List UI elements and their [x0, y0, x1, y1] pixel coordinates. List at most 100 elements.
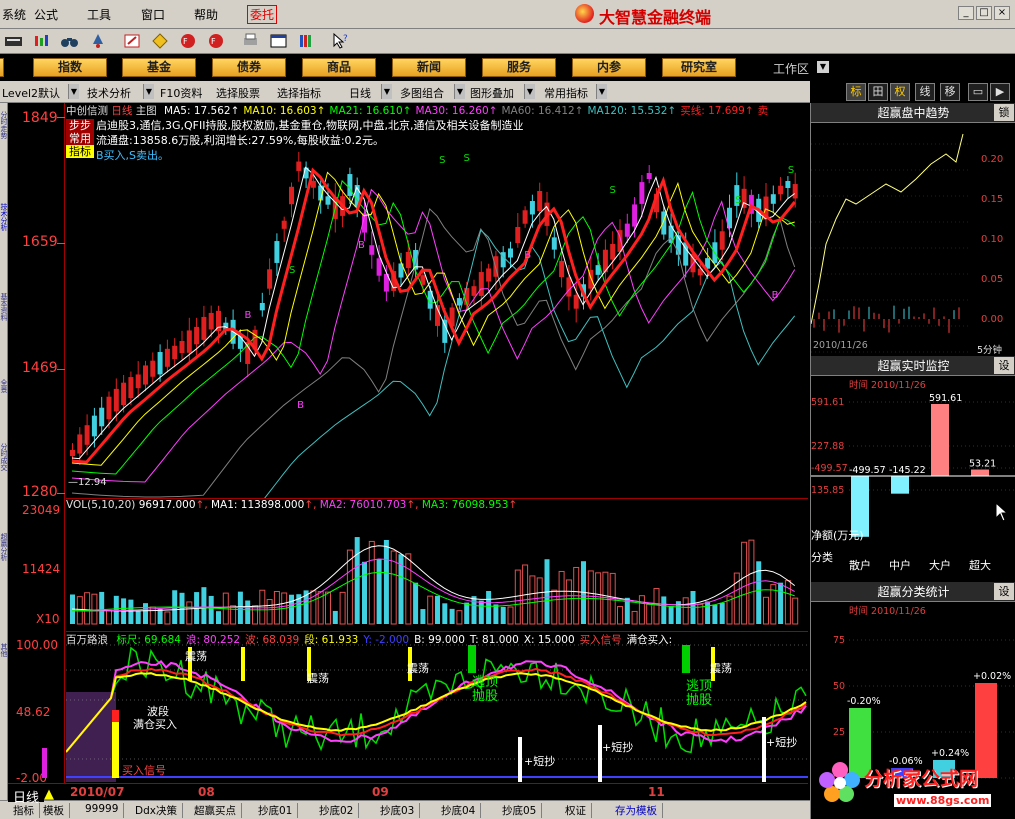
tab-mark[interactable]: 标 [846, 83, 866, 101]
nav-news-button[interactable]: 新闻 [392, 58, 466, 77]
tab-bottom05[interactable]: 抄底05 [497, 803, 543, 818]
volume-bar [464, 602, 470, 624]
side-tab-other[interactable]: 其他 [0, 643, 8, 657]
tag-indicator[interactable]: 指标 [66, 145, 94, 158]
select-stock-button[interactable]: 选择股票 [216, 85, 260, 101]
volume-bar [128, 599, 134, 624]
menu-help[interactable]: 帮助 [194, 6, 218, 23]
buy-marker: B [772, 290, 779, 301]
workspace-label[interactable]: 工作区 [773, 60, 809, 77]
tab-buy-point[interactable]: 超赢买点 [189, 803, 242, 818]
candle-body [194, 326, 200, 345]
multi-chart-button[interactable]: 多图组合 [400, 85, 444, 101]
f10-icon[interactable]: F [179, 32, 198, 50]
tag-common[interactable]: 常用 [66, 132, 94, 145]
chart-label: 主图 [135, 105, 157, 117]
nav-service-button[interactable]: 服务 [482, 58, 556, 77]
alarm-bell-icon[interactable] [89, 32, 108, 50]
binoculars-icon[interactable] [60, 32, 79, 50]
nav-commodity-button[interactable]: 商品 [302, 58, 376, 77]
tab-templates[interactable]: 模板 [38, 803, 70, 818]
volume-chart[interactable]: VOL(5,10,20) 96917.000↑, MA1: 113898.000… [66, 498, 808, 631]
multi-chart-dropdown-icon[interactable]: ▼ [454, 84, 465, 99]
volume-bar [216, 611, 221, 624]
overlay-button[interactable]: 图形叠加 [470, 85, 514, 101]
candlestick-chart[interactable]: B B B B B S S S S S S 中创信测 日线 主图 MA5: 17.562↑ MA10:… [66, 103, 808, 498]
tab-indicators[interactable]: 指标 [8, 803, 40, 818]
select-indicator-button[interactable]: 选择指标 [277, 85, 321, 101]
tab-line[interactable]: 线 [915, 83, 935, 101]
print-icon[interactable] [241, 32, 260, 50]
buy-marker: B [297, 400, 304, 411]
diamond-icon[interactable] [151, 32, 170, 50]
common-indicator-button[interactable]: 常用指标 [544, 85, 588, 101]
nav-index-button[interactable]: 指数 [33, 58, 107, 77]
nav-research-button[interactable]: 研究室 [662, 58, 736, 77]
tab-save-template[interactable]: 存为模板 [610, 803, 663, 818]
side-tab-trades[interactable]: 分时成交 [0, 443, 8, 471]
realtime-settings-button[interactable]: 设 [994, 357, 1014, 374]
tech-analysis-dropdown-icon[interactable]: ▼ [143, 84, 154, 99]
menu-window[interactable]: 窗口 [141, 6, 165, 23]
common-indicator-dropdown-icon[interactable]: ▼ [596, 84, 607, 99]
tab-bottom01[interactable]: 抄底01 [253, 803, 299, 818]
close-button[interactable]: × [994, 6, 1010, 20]
lock-button[interactable]: 锁 [994, 104, 1014, 121]
nav-bond-button[interactable]: 债券 [212, 58, 286, 77]
menu-system[interactable]: 系统 [2, 6, 26, 23]
workspace-dropdown-icon[interactable]: ▼ [817, 61, 829, 73]
classify-settings-button[interactable]: 设 [994, 583, 1014, 600]
overlay-dropdown-icon[interactable]: ▼ [524, 84, 535, 99]
tab-move[interactable]: 移 [940, 83, 960, 101]
side-tab-panorama[interactable]: 全景 [0, 379, 8, 393]
side-tab-technical[interactable]: 技术分析 [0, 203, 8, 231]
f11-icon[interactable]: F [207, 32, 226, 50]
period-dropdown-icon[interactable]: ▼ [381, 84, 392, 99]
window-icon[interactable] [269, 32, 288, 50]
candle-chart-icon[interactable] [32, 32, 51, 50]
candle-body [792, 184, 798, 199]
nav-insider-button[interactable]: 内参 [572, 58, 646, 77]
tech-analysis-button[interactable]: 技术分析 [87, 85, 131, 101]
books-icon[interactable] [297, 32, 316, 50]
tab-bottom03[interactable]: 抄底03 [375, 803, 421, 818]
edit-icon[interactable] [123, 32, 142, 50]
keyboard-icon[interactable] [4, 32, 23, 50]
tab-rights[interactable]: 权 [890, 83, 910, 101]
tab-99999[interactable]: 99999 [80, 803, 125, 818]
category-medium: 中户 [889, 559, 911, 572]
nav-fund-button[interactable]: 基金 [122, 58, 196, 77]
maximize-button[interactable]: □ [976, 6, 992, 20]
tab-bottom02[interactable]: 抄底02 [314, 803, 360, 818]
tab-ddx[interactable]: Ddx决策 [130, 803, 183, 818]
f10-data-button[interactable]: F10资料 [160, 85, 202, 101]
realtime-y-label: 135.85 [811, 485, 844, 496]
classify-panel-header: 超赢分类统计 设 [811, 582, 1015, 602]
level2-dropdown-icon[interactable]: ▼ [68, 84, 79, 99]
tab-next[interactable]: ▶ [990, 83, 1010, 101]
tab-window[interactable]: ▭ [968, 83, 988, 101]
menu-tools[interactable]: 工具 [87, 6, 111, 23]
indicator-info-line: 百万路浪 标尺: 69.684 浪: 80.252 波: 68.039 段: 61.9… [66, 632, 672, 647]
tab-warrant[interactable]: 权证 [560, 803, 592, 818]
minimize-button[interactable]: _ [958, 6, 974, 20]
daily-period-button[interactable]: 日线 [349, 85, 371, 101]
candle-body [172, 345, 178, 360]
tab-bottom04[interactable]: 抄底04 [436, 803, 482, 818]
volume-bar [405, 553, 412, 625]
candle-body [135, 374, 141, 389]
tag-step[interactable]: 步步 [66, 119, 94, 132]
side-tab-intraday[interactable]: 分时走势 [0, 111, 8, 139]
triangle-up-icon[interactable]: ▲ [44, 787, 54, 802]
tab-grid[interactable]: 田 [868, 83, 888, 101]
tab-daily[interactable]: 日线 [8, 787, 45, 806]
wave-buy-annotation: 波段 满仓买入 [133, 705, 177, 731]
menu-formula[interactable]: 公式 [34, 6, 58, 23]
side-tab-basic[interactable]: 基本资料 [0, 293, 8, 321]
help-pointer-icon[interactable]: ? [331, 32, 350, 50]
candle-body [785, 181, 791, 188]
level2-default[interactable]: Level2默认 [2, 85, 60, 101]
side-tab-super[interactable]: 超赢分析 [0, 533, 8, 561]
indicator-chart[interactable]: 百万路浪 标尺: 69.684 浪: 80.252 波: 68.039 段: 61.9… [66, 631, 808, 783]
menu-trade[interactable]: 委托 [247, 5, 278, 24]
